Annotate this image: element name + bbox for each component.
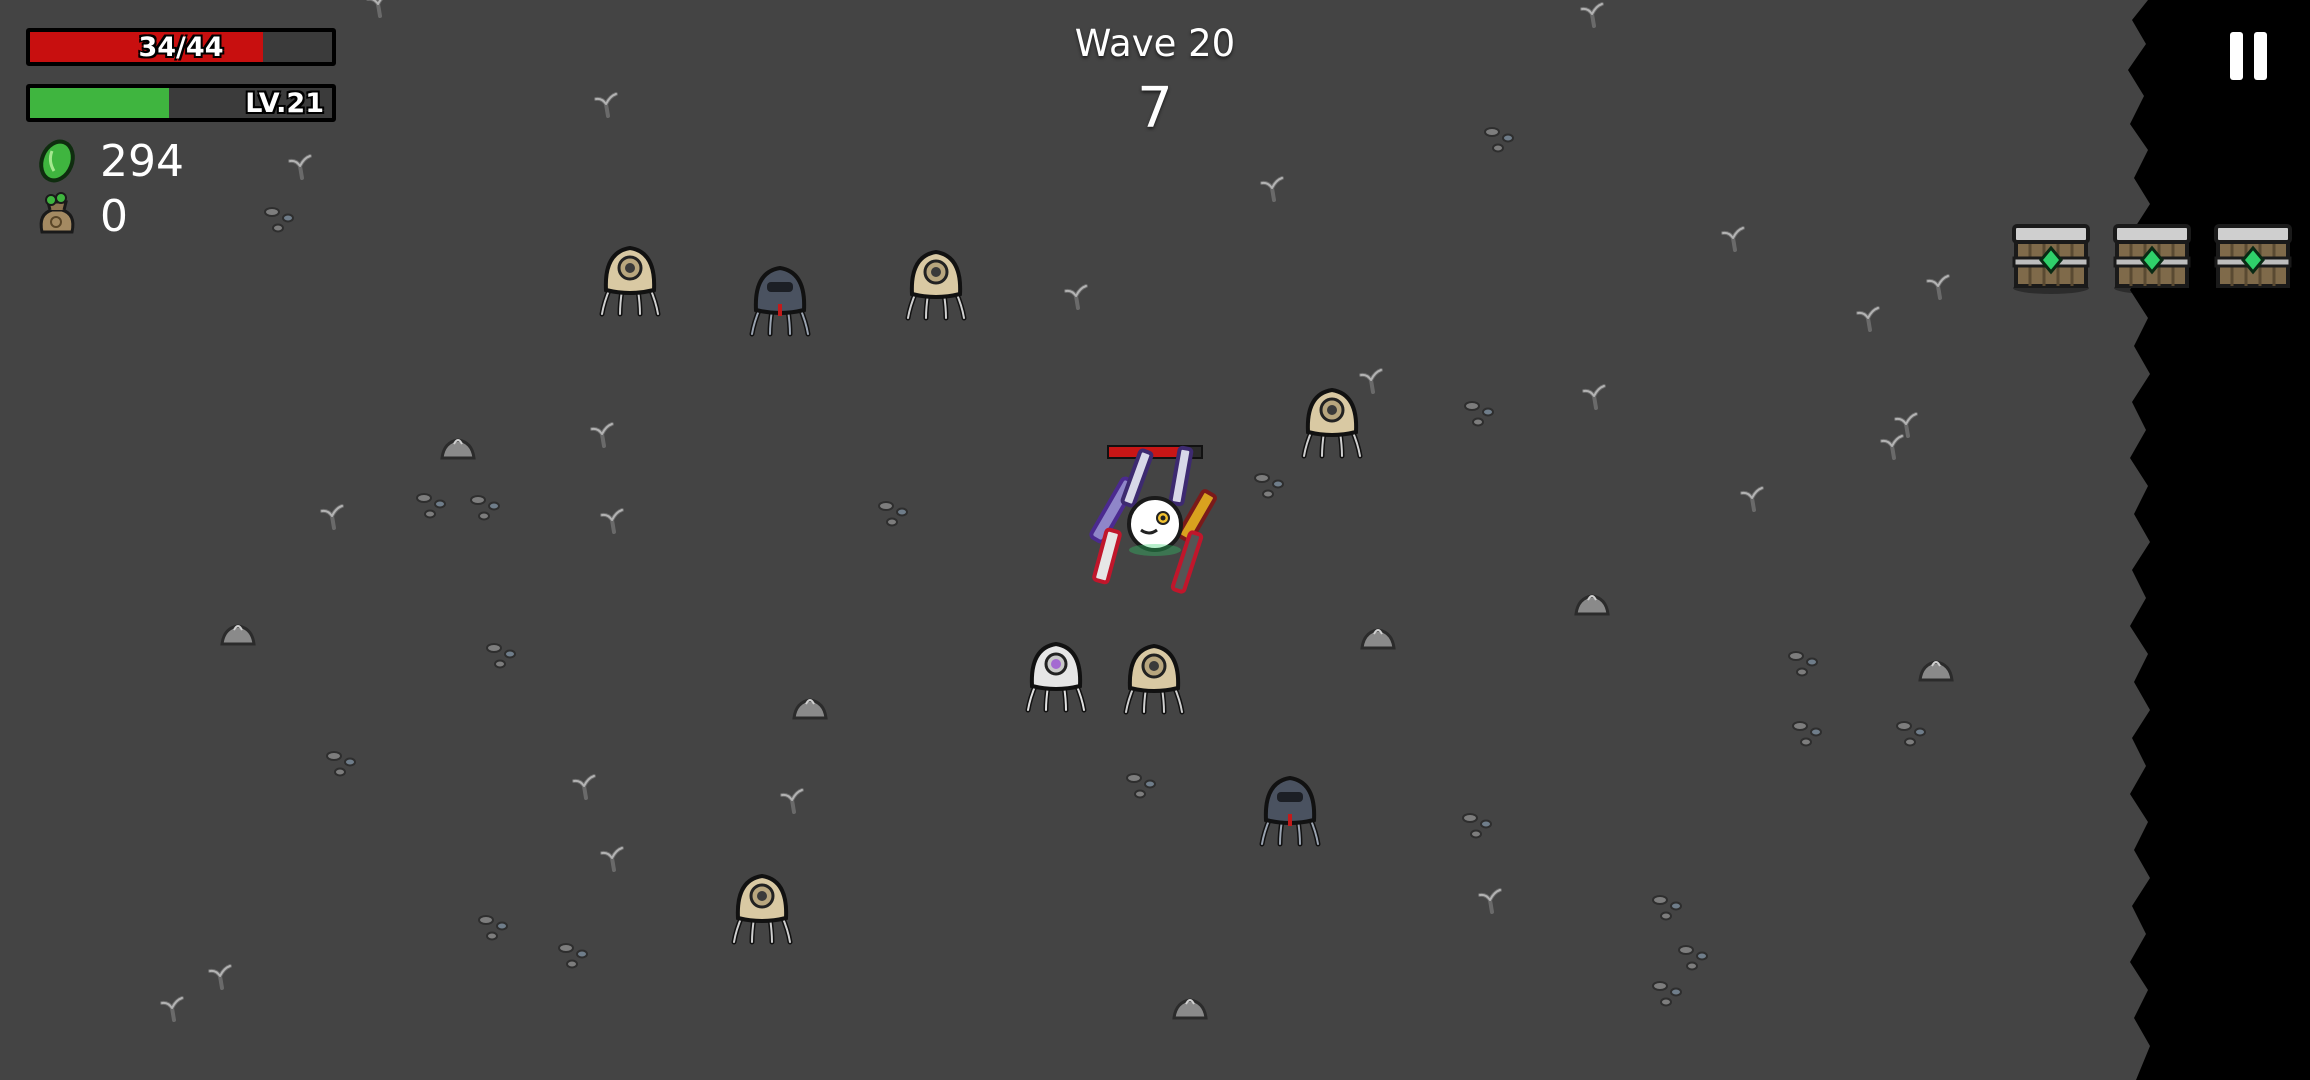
arena-edge-void [2128, 0, 2310, 1080]
materials-counter: 294 [34, 135, 184, 187]
crate-icon [2011, 224, 2091, 296]
health-bar-label: 34/44 [138, 31, 224, 63]
money-bag-icon [39, 192, 75, 234]
experience-bar: LV.21 [26, 84, 336, 122]
crate-icon [2112, 224, 2192, 296]
pause-button[interactable] [2222, 26, 2276, 86]
green-material-icon [39, 139, 75, 183]
game-arena [0, 0, 2310, 1080]
crate-icon [2213, 224, 2293, 296]
materials-value: 294 [100, 135, 184, 187]
health-bar: 34/44 [26, 28, 336, 66]
pause-icon [2230, 32, 2243, 80]
bag-value: 0 [100, 190, 128, 242]
level-label: LV.21 [245, 87, 324, 119]
wave-timer: 7 [1137, 76, 1173, 141]
bag-counter: 0 [34, 190, 128, 242]
wave-title: Wave 20 [1074, 22, 1236, 65]
experience-bar-fill [30, 88, 169, 118]
